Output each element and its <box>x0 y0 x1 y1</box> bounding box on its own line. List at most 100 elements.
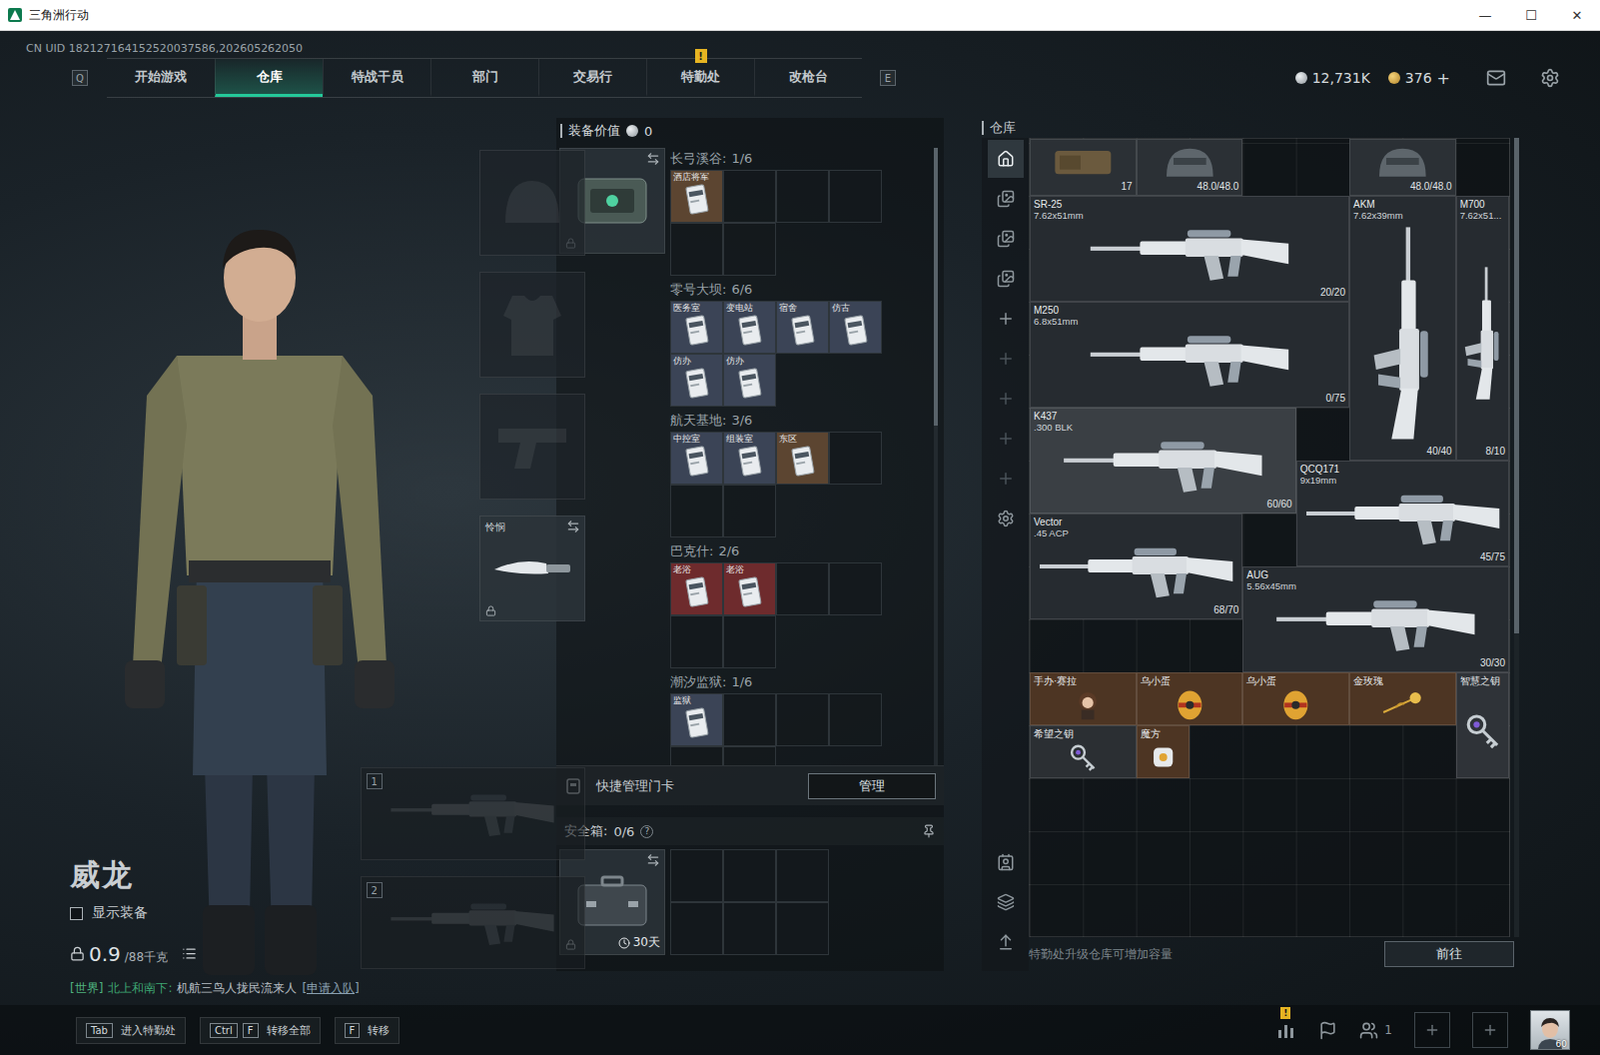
flag-icon[interactable] <box>1318 1020 1338 1040</box>
invite-slot[interactable] <box>1472 1011 1509 1048</box>
nav-right-key[interactable]: E <box>879 69 896 86</box>
checkbox[interactable] <box>69 906 83 920</box>
rail-button[interactable] <box>987 419 1024 458</box>
key-hint[interactable]: F转移 <box>334 1016 401 1044</box>
rail-button[interactable] <box>987 139 1024 178</box>
safe-box-cell[interactable] <box>670 848 724 902</box>
stash-item[interactable]: 乌小蛋 <box>1242 672 1350 726</box>
empty-keycard-cell[interactable] <box>723 484 777 538</box>
stash-item[interactable]: M7007.62x51...8/10 <box>1456 195 1510 461</box>
rail-button[interactable] <box>987 882 1024 921</box>
empty-keycard-cell[interactable] <box>670 746 724 766</box>
safe-box-cell[interactable] <box>776 901 829 955</box>
equipment-slot[interactable]: 怜悯 <box>479 515 586 622</box>
empty-keycard-cell[interactable] <box>828 693 882 747</box>
window-control-button[interactable]: ✕ <box>1554 0 1600 30</box>
empty-keycard-cell[interactable] <box>723 169 777 223</box>
plus-icon[interactable] <box>1482 1021 1499 1038</box>
stash-item[interactable]: QCQ1719x19mm45/75 <box>1296 460 1510 567</box>
nav-tab[interactable]: !特勤处 <box>646 58 755 97</box>
nav-tab[interactable]: 特战干员 <box>322 58 431 97</box>
empty-keycard-cell[interactable] <box>670 222 724 276</box>
empty-keycard-cell[interactable] <box>776 693 829 747</box>
keycard-cell[interactable]: 仿古 <box>828 300 882 354</box>
empty-keycard-cell[interactable] <box>776 562 829 616</box>
scrollbar-thumb[interactable] <box>1514 137 1520 634</box>
stash-item[interactable]: AKM7.62x39mm40/40 <box>1349 195 1457 461</box>
friends-button[interactable]: 1 <box>1359 1020 1393 1040</box>
swap-icon[interactable] <box>646 151 661 166</box>
add-currency-button[interactable]: + <box>1437 68 1451 88</box>
stats-icon[interactable] <box>1276 1020 1297 1039</box>
stash-item[interactable]: SR-257.62x51mm20/20 <box>1029 195 1350 302</box>
keycard-cell[interactable]: 监狱 <box>670 693 724 747</box>
empty-keycard-cell[interactable] <box>670 484 724 538</box>
rail-button[interactable] <box>987 842 1024 881</box>
swap-corner[interactable] <box>566 519 581 534</box>
keycard-cell[interactable]: 老浴 <box>723 562 777 616</box>
rail-button[interactable] <box>987 259 1024 298</box>
keycard-cell[interactable]: 中控室 <box>670 431 724 485</box>
help-button[interactable]: ? <box>640 824 654 838</box>
stash-item[interactable]: 48.0/48.0 <box>1136 138 1244 196</box>
swap-icon[interactable] <box>566 519 581 534</box>
keycard-cell[interactable]: 变电站 <box>723 300 777 354</box>
nav-tab[interactable]: 改枪台 <box>754 58 862 97</box>
keycard-cell[interactable]: 宿舍 <box>776 300 829 354</box>
gear-icon[interactable] <box>1540 67 1561 88</box>
stash-item[interactable]: AUG5.56x45mm30/30 <box>1242 566 1510 673</box>
weapon-slot[interactable]: 2 <box>360 875 586 969</box>
equipment-slot[interactable] <box>479 271 586 378</box>
stats-button[interactable]: ! <box>1276 1020 1297 1039</box>
window-control-button[interactable]: — <box>1462 0 1509 30</box>
safe-box-cell[interactable] <box>670 901 724 955</box>
manage-button[interactable]: 管理 <box>807 773 936 800</box>
equipment-slot[interactable] <box>479 393 586 500</box>
rail-button[interactable] <box>987 379 1024 418</box>
stash-item[interactable]: 48.0/48.0 <box>1349 138 1457 196</box>
stash-item[interactable]: 乌小蛋 <box>1136 672 1244 726</box>
rail-button[interactable] <box>987 219 1024 258</box>
keycard-cell[interactable]: 医务室 <box>670 300 724 354</box>
weapon-slot[interactable]: 1 <box>360 767 586 860</box>
rail-button[interactable] <box>987 922 1024 961</box>
stash-item[interactable]: Vector.45 ACP68/70 <box>1029 513 1243 620</box>
empty-keycard-cell[interactable] <box>723 693 777 747</box>
player-avatar[interactable]: 60 <box>1530 1009 1571 1050</box>
safe-box-cell[interactable] <box>723 848 777 902</box>
keycard-cell[interactable]: 老浴 <box>670 562 724 616</box>
nav-left-key[interactable]: Q <box>71 69 88 86</box>
keycard-cell[interactable]: 组装室 <box>723 431 777 485</box>
empty-keycard-cell[interactable] <box>776 169 829 223</box>
plus-icon[interactable] <box>1424 1021 1441 1038</box>
rail-button[interactable] <box>987 459 1024 498</box>
swap-corner[interactable] <box>646 852 661 867</box>
empty-keycard-cell[interactable] <box>670 615 724 669</box>
nav-tab[interactable]: 仓库 <box>214 58 323 97</box>
scrollbar-thumb[interactable] <box>933 147 938 426</box>
rail-button[interactable] <box>987 339 1024 378</box>
nav-tab[interactable]: 交易行 <box>538 58 647 97</box>
key-hint[interactable]: CtrlF转移全部 <box>199 1016 321 1044</box>
empty-keycard-cell[interactable] <box>723 222 777 276</box>
rail-button[interactable] <box>987 499 1024 538</box>
empty-keycard-cell[interactable] <box>828 431 882 485</box>
keycard-cell[interactable]: 仿办 <box>670 353 724 407</box>
nav-tab[interactable]: 开始游戏 <box>106 58 215 97</box>
swap-icon[interactable] <box>646 852 661 867</box>
rail-button[interactable] <box>987 179 1024 218</box>
stash-item[interactable]: 智慧之钥 <box>1456 672 1510 779</box>
show-equipment-toggle[interactable]: 显示装备 <box>69 903 360 922</box>
stash-item[interactable]: 魔方 <box>1136 725 1190 779</box>
pin-icon[interactable] <box>921 823 936 838</box>
keycard-cell[interactable]: 仿办 <box>723 353 777 407</box>
empty-keycard-cell[interactable] <box>828 169 882 223</box>
join-team-link[interactable]: [申请入队] <box>301 979 359 997</box>
pin-button[interactable] <box>921 823 936 838</box>
stash-item[interactable]: 金玫瑰 <box>1349 672 1457 726</box>
key-hint[interactable]: Tab进入特勤处 <box>75 1016 186 1044</box>
list-icon[interactable] <box>181 945 197 961</box>
friends-icon[interactable] <box>1359 1020 1379 1040</box>
swap-corner[interactable] <box>646 151 661 166</box>
keycard-scrollbar[interactable] <box>933 147 938 766</box>
